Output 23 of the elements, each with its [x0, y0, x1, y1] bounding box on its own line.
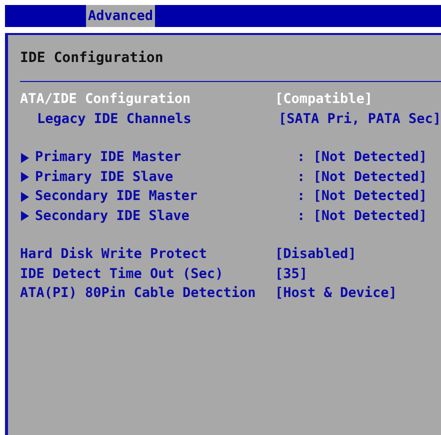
triangle-icon: [21, 211, 29, 222]
setting-value: [Host & Device]: [275, 284, 397, 303]
setting-value: : [Not Detected]: [297, 187, 428, 206]
setting-value: : [Not Detected]: [297, 206, 428, 226]
triangle-icon: [21, 172, 29, 182]
setting-value: [Compatible]: [275, 90, 373, 109]
setting-value: [35]: [275, 264, 308, 284]
panel-title: IDE Configuration: [19, 49, 164, 68]
advanced-tab[interactable]: Advanced: [86, 5, 156, 27]
setting-label[interactable]: Hard Disk Write Protect: [20, 245, 207, 264]
setting-value: : [Not Detected]: [297, 148, 428, 167]
setting-value: [SATA Pri, PATA Sec]: [278, 110, 441, 128]
triangle-icon: [21, 152, 29, 163]
setting-label[interactable]: ATA(PI) 80Pin Cable Detection: [20, 284, 256, 304]
setting-label[interactable]: Secondary IDE Master: [35, 187, 198, 206]
setting-label[interactable]: Secondary IDE Slave: [35, 206, 190, 226]
setting-value: : [Not Detected]: [297, 168, 428, 186]
setting-label[interactable]: Primary IDE Slave: [35, 168, 174, 187]
setting-label[interactable]: Primary IDE Master: [35, 148, 182, 168]
setting-label[interactable]: IDE Detect Time Out (Sec): [20, 264, 224, 284]
setting-label[interactable]: Legacy IDE Channels: [37, 110, 192, 129]
triangle-icon: [21, 192, 29, 202]
setting-value: [Disabled]: [275, 245, 356, 264]
